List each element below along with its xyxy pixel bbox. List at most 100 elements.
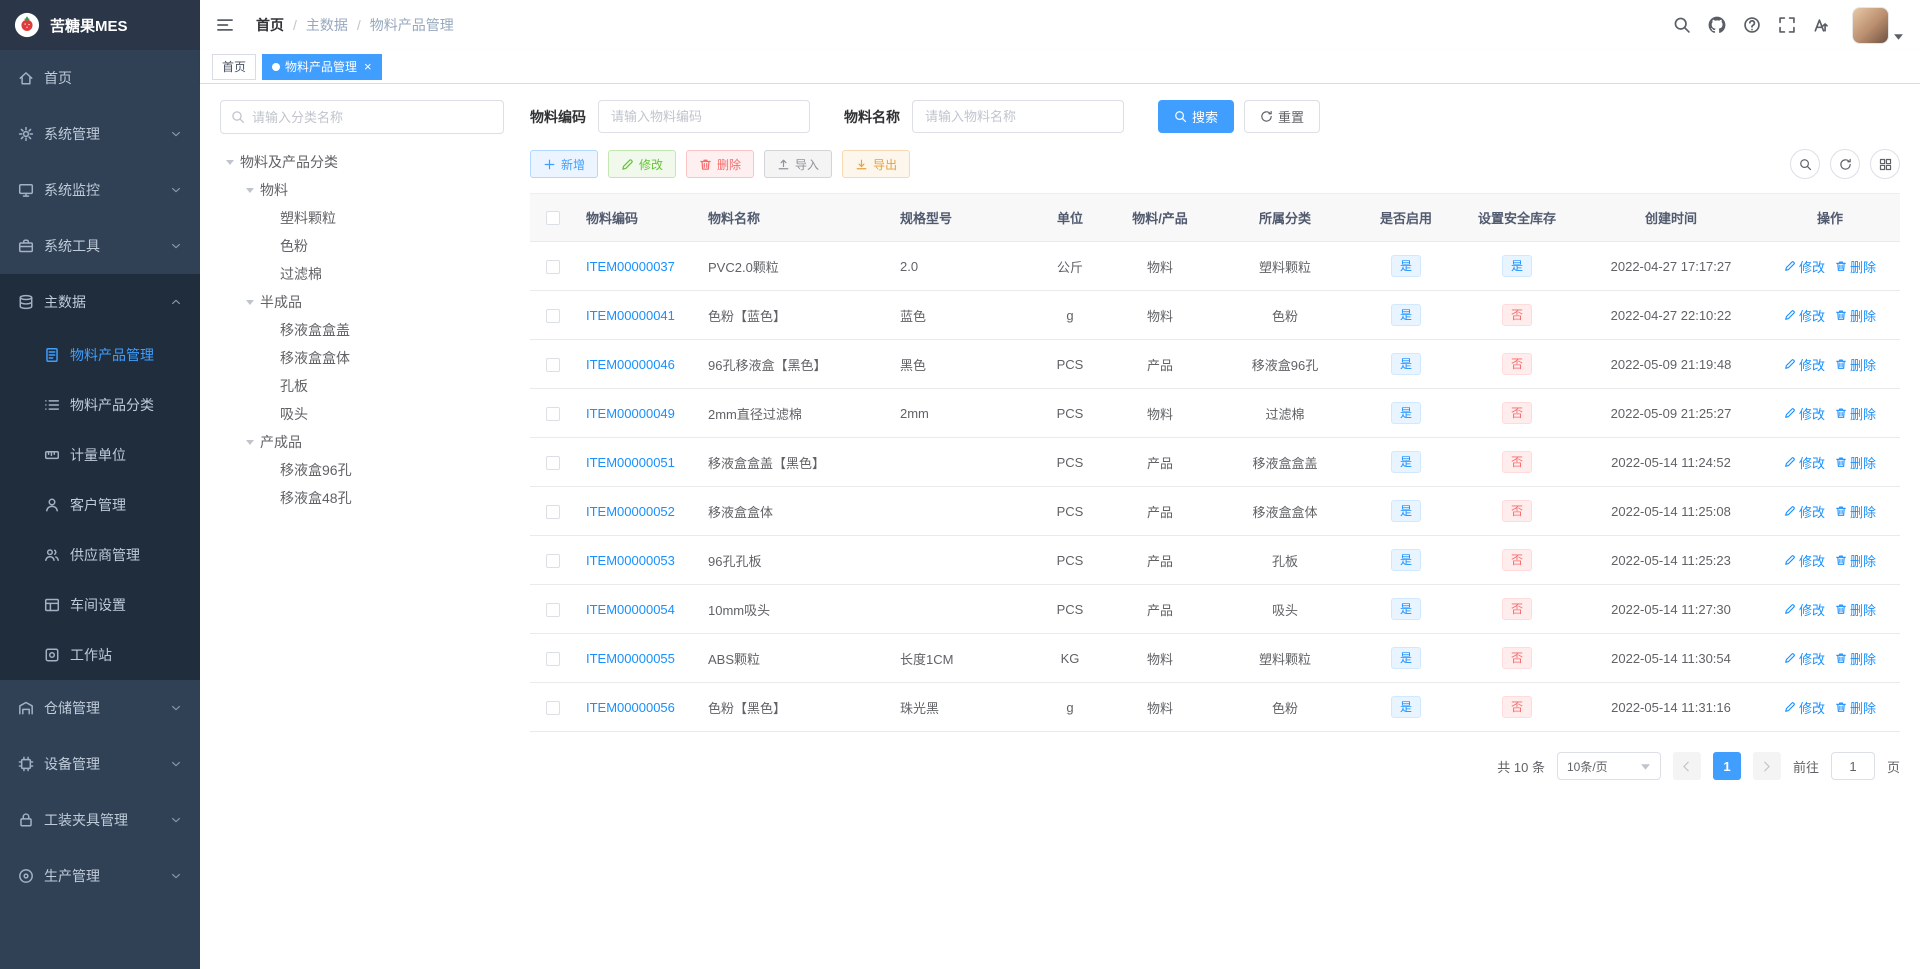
row-edit-link[interactable]: 修改 xyxy=(1784,502,1825,521)
material-code-link[interactable]: ITEM00000053 xyxy=(586,553,675,568)
row-delete-link[interactable]: 删除 xyxy=(1835,551,1876,570)
material-code-link[interactable]: ITEM00000046 xyxy=(586,357,675,372)
add-button[interactable]: 新增 xyxy=(530,150,599,178)
user-menu[interactable] xyxy=(1852,6,1904,44)
app-logo[interactable]: 苦糖果MES xyxy=(0,0,200,50)
row-delete-link[interactable]: 删除 xyxy=(1835,600,1876,619)
help-icon[interactable] xyxy=(1743,16,1761,34)
tree-node[interactable]: 色粉 xyxy=(220,232,504,260)
row-edit-link[interactable]: 修改 xyxy=(1784,551,1825,570)
row-delete-link[interactable]: 删除 xyxy=(1835,453,1876,472)
sidebar-item-system-monitor[interactable]: 系统监控 xyxy=(0,162,200,218)
page-size-select[interactable]: 10条/页 xyxy=(1556,752,1661,780)
font-size-icon[interactable] xyxy=(1813,16,1831,34)
fullscreen-icon[interactable] xyxy=(1778,16,1796,34)
sidebar-item-warehouse-management[interactable]: 仓储管理 xyxy=(0,680,200,736)
sidebar-item-system-management[interactable]: 系统管理 xyxy=(0,106,200,162)
page-1-button[interactable]: 1 xyxy=(1712,752,1741,780)
breadcrumb-master-data[interactable]: 主数据 xyxy=(306,15,348,35)
sidebar-item-workstation[interactable]: 工作站 xyxy=(0,630,200,680)
delete-button[interactable]: 删除 xyxy=(686,150,755,178)
tab-material-product-management[interactable]: 物料产品管理 × xyxy=(262,53,382,80)
row-edit-link[interactable]: 修改 xyxy=(1784,257,1825,276)
tree-node[interactable]: 吸头 xyxy=(220,400,504,428)
tree-node[interactable]: 移液盒盒盖 xyxy=(220,316,504,344)
tree-node[interactable]: 物料及产品分类 xyxy=(220,148,504,176)
row-checkbox[interactable] xyxy=(546,504,560,519)
material-code-link[interactable]: ITEM00000051 xyxy=(586,455,675,470)
sidebar-item-customer-management[interactable]: 客户管理 xyxy=(0,480,200,530)
reset-button[interactable]: 重置 xyxy=(1244,100,1321,133)
material-code-link[interactable]: ITEM00000056 xyxy=(586,700,675,715)
row-checkbox[interactable] xyxy=(546,406,560,421)
material-code-link[interactable]: ITEM00000041 xyxy=(586,308,675,323)
toggle-search-button[interactable] xyxy=(1790,149,1820,179)
select-all-checkbox[interactable] xyxy=(546,211,560,226)
tab-home[interactable]: 首页 xyxy=(212,53,257,80)
search-button[interactable]: 搜索 xyxy=(1158,100,1235,133)
sidebar-item-home[interactable]: 首页 xyxy=(0,50,200,106)
tree-node[interactable]: 物料 xyxy=(220,176,504,204)
goto-page-input[interactable] xyxy=(1830,752,1875,780)
hamburger-icon[interactable] xyxy=(216,16,234,34)
material-code-link[interactable]: ITEM00000049 xyxy=(586,406,675,421)
sidebar-item-system-tools[interactable]: 系统工具 xyxy=(0,218,200,274)
export-button[interactable]: 导出 xyxy=(842,150,911,178)
row-edit-link[interactable]: 修改 xyxy=(1784,698,1825,717)
row-checkbox[interactable] xyxy=(546,259,560,274)
columns-setting-button[interactable] xyxy=(1870,149,1900,179)
sidebar-item-supplier-management[interactable]: 供应商管理 xyxy=(0,530,200,580)
row-delete-link[interactable]: 删除 xyxy=(1835,502,1876,521)
tree-node[interactable]: 移液盒48孔 xyxy=(220,484,504,512)
refresh-table-button[interactable] xyxy=(1830,149,1860,179)
caret-down-icon[interactable] xyxy=(240,185,260,195)
caret-down-icon[interactable] xyxy=(240,437,260,447)
row-delete-link[interactable]: 删除 xyxy=(1835,306,1876,325)
sidebar-item-master-data[interactable]: 主数据 xyxy=(0,274,200,330)
material-name-input[interactable] xyxy=(912,100,1124,133)
search-icon[interactable] xyxy=(1673,16,1691,34)
sidebar-item-material-product-management[interactable]: 物料产品管理 xyxy=(0,330,200,380)
row-checkbox[interactable] xyxy=(546,357,560,372)
row-edit-link[interactable]: 修改 xyxy=(1784,649,1825,668)
sidebar-item-fixture-management[interactable]: 工装夹具管理 xyxy=(0,792,200,848)
tree-node[interactable]: 产成品 xyxy=(220,428,504,456)
github-icon[interactable] xyxy=(1708,16,1726,34)
sidebar-item-production-management[interactable]: 生产管理 xyxy=(0,848,200,904)
row-checkbox[interactable] xyxy=(546,455,560,470)
row-edit-link[interactable]: 修改 xyxy=(1784,404,1825,423)
material-code-link[interactable]: ITEM00000055 xyxy=(586,651,675,666)
sidebar-item-material-product-category[interactable]: 物料产品分类 xyxy=(0,380,200,430)
row-checkbox[interactable] xyxy=(546,553,560,568)
row-edit-link[interactable]: 修改 xyxy=(1784,355,1825,374)
prev-page-button[interactable] xyxy=(1672,752,1701,780)
row-checkbox[interactable] xyxy=(546,700,560,715)
row-delete-link[interactable]: 删除 xyxy=(1835,404,1876,423)
row-edit-link[interactable]: 修改 xyxy=(1784,600,1825,619)
breadcrumb-home[interactable]: 首页 xyxy=(256,15,284,35)
tree-node[interactable]: 移液盒盒体 xyxy=(220,344,504,372)
category-search-input[interactable] xyxy=(252,109,493,125)
material-code-input[interactable] xyxy=(598,100,810,133)
row-delete-link[interactable]: 删除 xyxy=(1835,698,1876,717)
row-delete-link[interactable]: 删除 xyxy=(1835,257,1876,276)
row-edit-link[interactable]: 修改 xyxy=(1784,306,1825,325)
tab-close-icon[interactable]: × xyxy=(364,60,372,73)
material-code-link[interactable]: ITEM00000054 xyxy=(586,602,675,617)
user-avatar[interactable] xyxy=(1852,6,1889,44)
tree-node[interactable]: 塑料颗粒 xyxy=(220,204,504,232)
row-checkbox[interactable] xyxy=(546,308,560,323)
row-delete-link[interactable]: 删除 xyxy=(1835,355,1876,374)
sidebar-item-equipment-management[interactable]: 设备管理 xyxy=(0,736,200,792)
tree-node[interactable]: 孔板 xyxy=(220,372,504,400)
sidebar-item-measure-unit[interactable]: 计量单位 xyxy=(0,430,200,480)
sidebar-item-workshop-settings[interactable]: 车间设置 xyxy=(0,580,200,630)
import-button[interactable]: 导入 xyxy=(764,150,833,178)
caret-down-icon[interactable] xyxy=(220,157,240,167)
next-page-button[interactable] xyxy=(1752,752,1781,780)
row-checkbox[interactable] xyxy=(546,602,560,617)
tree-node[interactable]: 过滤棉 xyxy=(220,260,504,288)
row-edit-link[interactable]: 修改 xyxy=(1784,453,1825,472)
row-delete-link[interactable]: 删除 xyxy=(1835,649,1876,668)
caret-down-icon[interactable] xyxy=(240,297,260,307)
